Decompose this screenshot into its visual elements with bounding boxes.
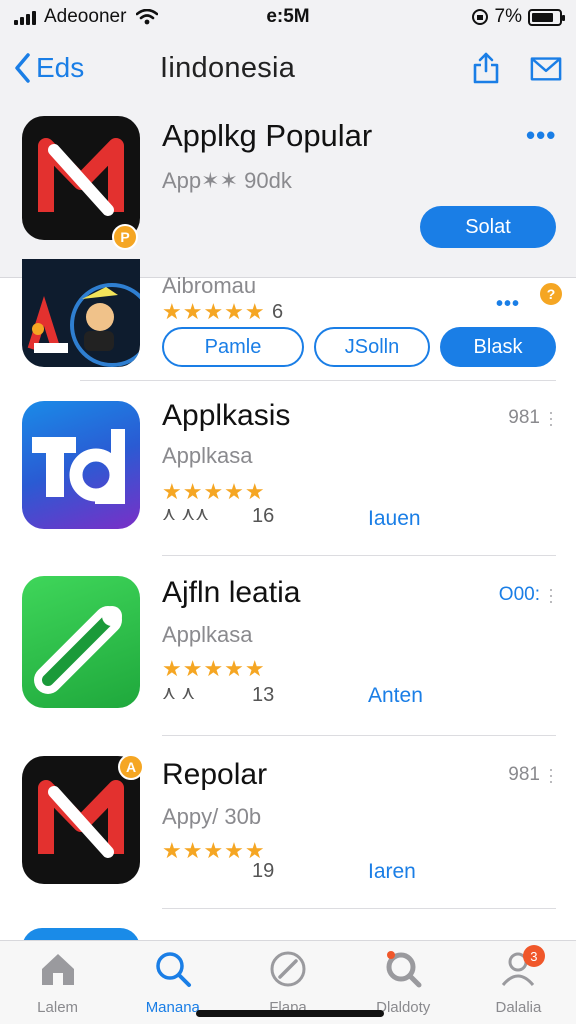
- age-rating: ⋏ ⋏⋏: [162, 504, 210, 525]
- battery-fill: [532, 12, 553, 22]
- home-indicator[interactable]: [196, 1010, 384, 1017]
- app-title: Applkasis: [162, 399, 291, 432]
- size-value: 981: [508, 764, 540, 785]
- open-link[interactable]: Anten: [368, 684, 423, 708]
- star-rating: ★★★★★: [162, 838, 266, 863]
- vertical-dots-icon[interactable]: · · ·: [548, 760, 554, 790]
- app-size: 981 · · ·: [508, 760, 554, 790]
- featured-action-button[interactable]: Solat: [420, 206, 556, 248]
- list-item[interactable]: Aibromau ★★★★★ 6 ••• ? Pamle JSolln Blas…: [0, 259, 576, 381]
- age-rating: ⋏ ⋏: [162, 683, 196, 704]
- featured-app-header: P Applkg Popular App✶✶ 90dk ••• Solat: [0, 102, 576, 278]
- tab-label: Lalem: [37, 999, 79, 1016]
- app-subtitle: Aibromau: [162, 273, 257, 298]
- divider: [162, 908, 556, 909]
- discover-icon: [386, 951, 422, 988]
- star-rating: ★★★★★: [162, 299, 266, 324]
- tab-label: Manana: [145, 999, 200, 1016]
- back-button[interactable]: Eds: [14, 52, 84, 84]
- rotation-lock-icon: [471, 9, 488, 25]
- navigation-bar: Eds Iindonesia: [0, 34, 576, 102]
- list-item[interactable]: Ajfln leatia Applkasa ★★★★★ ⋏ ⋏ 13 Anten…: [0, 556, 576, 736]
- rating-count: 6: [272, 301, 284, 323]
- rating-count: 16: [252, 505, 275, 527]
- more-options-icon[interactable]: •••: [526, 120, 556, 151]
- app-size: 981 · · ·: [508, 403, 554, 433]
- app-icon: [22, 576, 140, 708]
- tab-profile[interactable]: 3 Dalalia: [461, 941, 576, 1024]
- back-label: Eds: [36, 52, 85, 83]
- pd-logo-icon: [32, 429, 125, 504]
- rating-count: 19: [252, 860, 275, 882]
- carrier-name: Adeooner: [44, 6, 127, 27]
- app-badge: A: [118, 754, 144, 780]
- app-icon: [22, 401, 140, 529]
- battery-percent: 7%: [494, 6, 522, 27]
- pencil-icon: [34, 606, 122, 694]
- app-subtitle: Appy/ 30b: [162, 804, 262, 829]
- share-icon[interactable]: [470, 51, 502, 85]
- notification-badge: 3: [522, 945, 545, 967]
- list-item[interactable]: Applkasis Applkasa ★★★★★ ⋏ ⋏⋏ 16 Iauen 9…: [0, 381, 576, 555]
- wifi-icon: [136, 9, 159, 25]
- app-subtitle: Applkasa: [162, 622, 253, 647]
- size-value: 981: [508, 407, 540, 428]
- action-button-3[interactable]: Blask: [440, 327, 556, 367]
- chevron-left-icon: [15, 53, 30, 83]
- battery-icon: [528, 8, 565, 26]
- vertical-dots-icon[interactable]: · · ·: [548, 403, 554, 433]
- featured-app-title: Applkg Popular: [162, 118, 373, 153]
- app-title: Repolar: [162, 758, 268, 791]
- action-button-2[interactable]: JSolln: [314, 327, 430, 367]
- star-rating: ★★★★★: [162, 479, 266, 504]
- tab-label: Dlaldoty: [376, 999, 431, 1016]
- more-options-icon[interactable]: •••: [496, 293, 520, 316]
- open-link[interactable]: Iaren: [368, 860, 416, 884]
- app-title: Ajfln leatia: [162, 576, 301, 609]
- star-rating: ★★★★★: [162, 656, 266, 681]
- compass-icon: [270, 951, 306, 987]
- search-icon: [156, 952, 191, 987]
- size-value: O00:: [498, 584, 540, 605]
- action-button-1[interactable]: Pamle: [162, 327, 304, 367]
- featured-app-subtitle: App✶✶ 90dk: [162, 168, 292, 193]
- featured-app-badge: P: [112, 224, 138, 250]
- featured-app-icon[interactable]: [22, 116, 140, 240]
- app-icon: [22, 259, 140, 367]
- app-size: O00: · · ·: [498, 580, 554, 610]
- help-badge: ?: [538, 281, 564, 307]
- home-icon: [41, 954, 74, 985]
- status-bar: Adeooner e:5M 7%: [0, 0, 576, 34]
- rating-count: 13: [252, 684, 275, 706]
- page-title: Iindonesia: [160, 51, 296, 84]
- mail-icon[interactable]: [530, 51, 562, 85]
- vertical-dots-icon[interactable]: · · ·: [548, 580, 554, 610]
- tab-home[interactable]: Lalem: [0, 941, 115, 1024]
- game-character-icon: [27, 283, 140, 367]
- tab-label: Dalalia: [495, 999, 542, 1016]
- signal-icon: [14, 9, 36, 25]
- list-item[interactable]: A Repolar Appy/ 30b ★★★★★ 19 Iaren 981 ·…: [0, 736, 576, 908]
- m-logo-icon: [38, 138, 124, 216]
- open-link[interactable]: Iauen: [368, 507, 421, 531]
- app-subtitle: Applkasa: [162, 443, 253, 468]
